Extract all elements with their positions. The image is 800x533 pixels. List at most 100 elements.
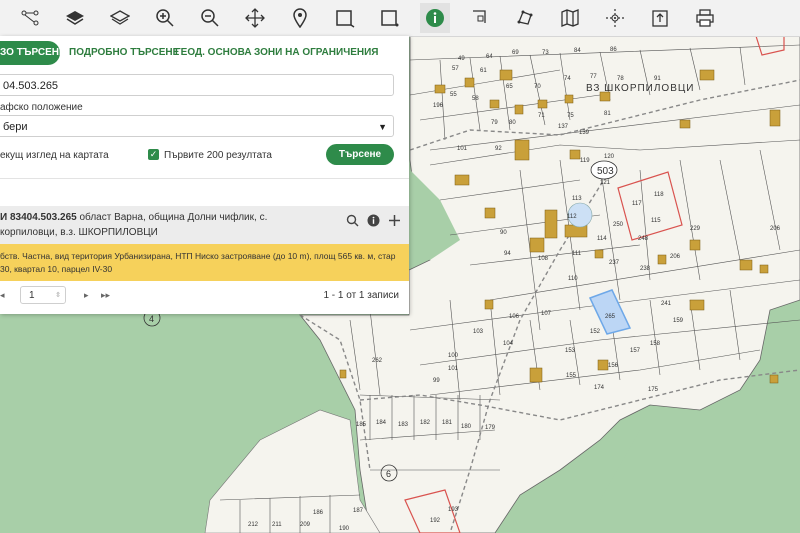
result-address: област Варна, община Долни чифлик, с. [76, 212, 268, 223]
parcel-number-label: 70 [534, 84, 541, 90]
parcel-number-label: 91 [654, 76, 661, 82]
parcel-number-label: 206 [770, 226, 781, 232]
cadastral-id-input[interactable]: 04.503.265 [0, 74, 394, 96]
info-icon[interactable] [365, 212, 381, 228]
parcel-number-label: 153 [565, 348, 576, 354]
parcel-number-label: 159 [673, 318, 684, 324]
result-line-1: И 83404.503.265 област Варна, община Дол… [0, 212, 267, 223]
parcel-number-label: 186 [313, 510, 324, 516]
print-icon[interactable] [690, 3, 720, 33]
draw-polygon-icon[interactable] [510, 3, 540, 33]
parcel-number-label: 121 [600, 180, 611, 186]
parcel-number-label: 250 [613, 222, 624, 228]
parcel-number-label: 78 [617, 76, 624, 82]
page-number: 1 [29, 290, 35, 301]
parcel-number-label: 90 [500, 230, 507, 236]
parcel-number-label: 86 [610, 47, 617, 53]
parcel-number-label: 206 [670, 254, 681, 260]
select-rectangle-dotted-icon[interactable] [375, 3, 405, 33]
next-page-icon[interactable]: ▸ [84, 290, 89, 301]
tab-restriction-zones[interactable]: ЗОНИ НА ОГРАНИЧЕНИЯ [254, 41, 378, 65]
parcel-number-label: 241 [661, 301, 672, 307]
parcel-number-label: 101 [448, 366, 459, 372]
parcel-number-label: 65 [506, 84, 513, 90]
parcel-number-label: 75 [567, 113, 574, 119]
location-select[interactable]: бери ▼ [0, 115, 394, 137]
search-icon[interactable] [344, 212, 360, 228]
parcel-number-label: 265 [605, 314, 616, 320]
parcel-number-label: 61 [480, 68, 487, 74]
parcel-number-label: 94 [504, 251, 511, 257]
place-marker-icon[interactable] [285, 3, 315, 33]
parcel-number-label: 104 [503, 341, 514, 347]
parcel-number-label: 58 [472, 96, 479, 102]
tab-quick-search[interactable]: ЗО ТЪРСЕНЕ [0, 41, 66, 65]
parcel-number-label: 106 [509, 314, 520, 320]
pager: ◂ 1 ⇳ ▸ ▸▸ 1 - 1 от 1 записи [0, 286, 409, 308]
last-page-icon[interactable]: ▸▸ [101, 290, 110, 301]
parcel-number-label: 155 [566, 373, 577, 379]
search-button[interactable]: Търсене [326, 144, 394, 165]
parcel-number-label: 99 [433, 378, 440, 384]
first-200-checkbox[interactable]: ✓ [148, 149, 159, 160]
parcel-number-label: 119 [580, 158, 590, 164]
parcel-number-label: 209 [300, 522, 311, 528]
circle-label-6: 6 [386, 469, 391, 479]
select-rectangle-icon[interactable] [330, 3, 360, 33]
map-icon[interactable] [555, 3, 585, 33]
first-200-label: Първите 200 резултата [164, 150, 272, 161]
zoom-out-icon[interactable] [195, 3, 225, 33]
zoom-in-icon[interactable] [150, 3, 180, 33]
parcel-number-label: 107 [541, 311, 552, 317]
parcel-number-label: 237 [609, 260, 620, 266]
prev-page-icon[interactable]: ◂ [0, 290, 5, 301]
parcel-number-label: 69 [512, 50, 519, 56]
parcel-number-label: 179 [485, 425, 496, 431]
parcel-number-label: 81 [604, 111, 611, 117]
circle-label-4: 4 [149, 314, 154, 324]
parcel-number-label: 55 [450, 92, 457, 98]
tab-detailed-search[interactable]: ПОДРОБНО ТЪРСЕНЕ [69, 41, 179, 65]
stepper-icon: ⇳ [55, 292, 61, 299]
zoom-area-icon[interactable] [465, 3, 495, 33]
parcel-number-label: 110 [568, 276, 578, 282]
export-icon[interactable] [645, 3, 675, 33]
layers-outline-icon[interactable] [105, 3, 135, 33]
result-item[interactable]: И 83404.503.265 област Варна, община Дол… [0, 206, 409, 244]
result-detail-line-1: бств. Частна, вид територия Урбанизирана… [0, 251, 396, 261]
block-label: 503 [597, 166, 614, 177]
parcel-number-label: 157 [630, 348, 641, 354]
parcel-number-label: 108 [538, 256, 549, 262]
parcel-number-label: 181 [442, 420, 453, 426]
measure-crosshair-icon[interactable] [600, 3, 630, 33]
parcel-number-label: 84 [574, 48, 581, 54]
parcel-number-label: 190 [339, 526, 350, 532]
layers-icon[interactable] [60, 3, 90, 33]
add-icon[interactable] [386, 212, 402, 228]
parcel-number-label: 248 [638, 236, 649, 242]
parcel-number-label: 112 [567, 214, 577, 220]
map-toolbar [0, 0, 800, 37]
parcel-number-label: 229 [690, 226, 701, 232]
parcel-number-label: 117 [632, 201, 642, 207]
tree-network-icon[interactable] [15, 3, 45, 33]
page-number-input[interactable]: 1 ⇳ [20, 286, 66, 304]
parcel-number-label: 79 [491, 120, 498, 126]
parcel-number-label: 74 [564, 76, 571, 82]
location-select-value: бери [3, 121, 28, 133]
area-label: ВЗ ШКОРПИЛОВЦИ [586, 83, 694, 94]
parcel-number-label: 100 [448, 353, 459, 359]
records-summary: 1 - 1 от 1 записи [323, 290, 399, 301]
info-icon[interactable] [420, 3, 450, 33]
parcel-number-label: 92 [495, 146, 502, 152]
tab-geodetic-base[interactable]: ГЕОД. ОСНОВА [175, 41, 252, 65]
search-panel: ЗО ТЪРСЕНЕ ПОДРОБНО ТЪРСЕНЕ ГЕОД. ОСНОВА… [0, 36, 409, 314]
current-view-label[interactable]: екущ изглед на картата [0, 150, 109, 161]
parcel-number-label: 185 [356, 422, 367, 428]
parcel-number-label: 49 [458, 56, 465, 62]
pan-move-icon[interactable] [240, 3, 270, 33]
parcel-number-label: 156 [608, 363, 619, 369]
location-label: афско положение [0, 102, 83, 113]
parcel-number-label: 174 [594, 385, 605, 391]
parcel-number-label: 262 [372, 358, 383, 364]
